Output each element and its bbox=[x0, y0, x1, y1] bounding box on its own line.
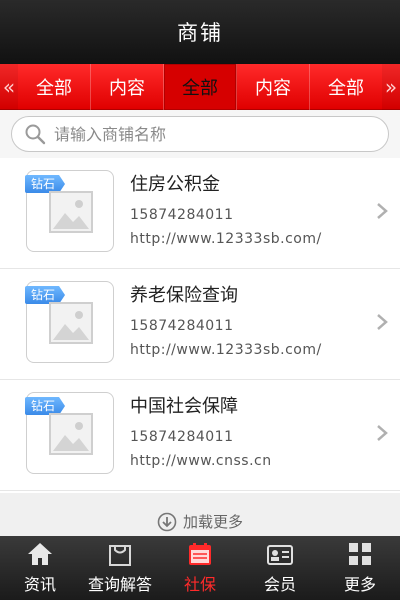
search-input[interactable] bbox=[54, 124, 354, 144]
nav-label-member: 会员 bbox=[263, 575, 296, 594]
shop-url: http://www.cnss.cn bbox=[130, 453, 272, 469]
search-icon bbox=[25, 124, 46, 145]
search-bar bbox=[0, 110, 400, 158]
nav-item-qa[interactable]: 查询解答 bbox=[80, 536, 160, 600]
load-more-button[interactable]: 加载更多 bbox=[0, 493, 400, 536]
home-icon bbox=[28, 543, 52, 565]
nav-item-news[interactable]: 资讯 bbox=[0, 536, 80, 600]
nav-item-more[interactable]: 更多 bbox=[320, 536, 400, 600]
shop-name: 住房公积金 bbox=[130, 174, 220, 195]
search-box[interactable] bbox=[11, 116, 389, 152]
calendar-icon bbox=[189, 543, 211, 565]
shop-phone: 15874284011 bbox=[130, 207, 234, 223]
list-item[interactable]: 钻石 住房公积金 15874284011 http://www.12333sb.… bbox=[0, 158, 400, 269]
shop-info: 中国社会保障 15874284011 http://www.cnss.cn bbox=[130, 394, 272, 474]
shop-info: 养老保险查询 15874284011 http://www.12333sb.co… bbox=[130, 283, 322, 363]
shop-thumbnail: 钻石 bbox=[25, 281, 114, 363]
shop-thumbnail: 钻石 bbox=[25, 170, 114, 252]
page-title: 商铺 bbox=[177, 21, 223, 45]
nav-label-qa: 查询解答 bbox=[87, 575, 152, 594]
title-bar: 商铺 bbox=[0, 0, 400, 64]
chevron-right-icon bbox=[377, 203, 388, 219]
chevron-right-icon bbox=[377, 425, 388, 441]
tabs-right-arrow-icon[interactable]: » bbox=[382, 63, 400, 110]
tab-content-1[interactable]: 内容 bbox=[91, 63, 164, 110]
bottom-nav: 资讯 查询解答 社保 会员 更多 bbox=[0, 536, 400, 600]
shop-url: http://www.12333sb.com/ bbox=[130, 342, 322, 358]
nav-label-social-security: 社保 bbox=[183, 575, 216, 594]
shop-info: 住房公积金 15874284011 http://www.12333sb.com… bbox=[130, 172, 322, 252]
image-placeholder-icon bbox=[49, 413, 93, 455]
list-item[interactable]: 钻石 中国社会保障 15874284011 http://www.cnss.cn bbox=[0, 380, 400, 491]
tab-all-2[interactable]: 全部 bbox=[164, 63, 237, 110]
shop-phone: 15874284011 bbox=[130, 318, 234, 334]
tab-list: 全部 内容 全部 内容 全部 bbox=[18, 63, 382, 110]
tab-all-3[interactable]: 全部 bbox=[310, 64, 382, 110]
chevron-right-icon bbox=[377, 314, 388, 330]
nav-label-news: 资讯 bbox=[23, 575, 56, 594]
shop-url: http://www.12333sb.com/ bbox=[130, 231, 322, 247]
image-placeholder-icon bbox=[49, 191, 93, 233]
tab-content-2[interactable]: 内容 bbox=[237, 63, 310, 110]
shop-name: 中国社会保障 bbox=[130, 396, 238, 417]
shop-list: 钻石 住房公积金 15874284011 http://www.12333sb.… bbox=[0, 158, 400, 493]
nav-item-member[interactable]: 会员 bbox=[240, 536, 320, 600]
bag-icon bbox=[109, 545, 131, 566]
image-placeholder-icon bbox=[49, 302, 93, 344]
member-card-icon bbox=[267, 545, 293, 565]
nav-label-more: 更多 bbox=[343, 575, 376, 594]
grid-icon bbox=[349, 543, 371, 565]
nav-item-social-security[interactable]: 社保 bbox=[160, 536, 240, 600]
tab-all-1[interactable]: 全部 bbox=[18, 63, 91, 110]
list-item[interactable]: 钻石 养老保险查询 15874284011 http://www.12333sb… bbox=[0, 269, 400, 380]
category-tab-bar: « 全部 内容 全部 内容 全部 » bbox=[0, 63, 400, 110]
shop-name: 养老保险查询 bbox=[130, 285, 238, 306]
load-more-label: 加载更多 bbox=[182, 513, 243, 531]
download-arrow-icon bbox=[157, 512, 177, 532]
shop-phone: 15874284011 bbox=[130, 429, 234, 445]
shop-thumbnail: 钻石 bbox=[25, 392, 114, 474]
tabs-left-arrow-icon[interactable]: « bbox=[0, 63, 18, 110]
